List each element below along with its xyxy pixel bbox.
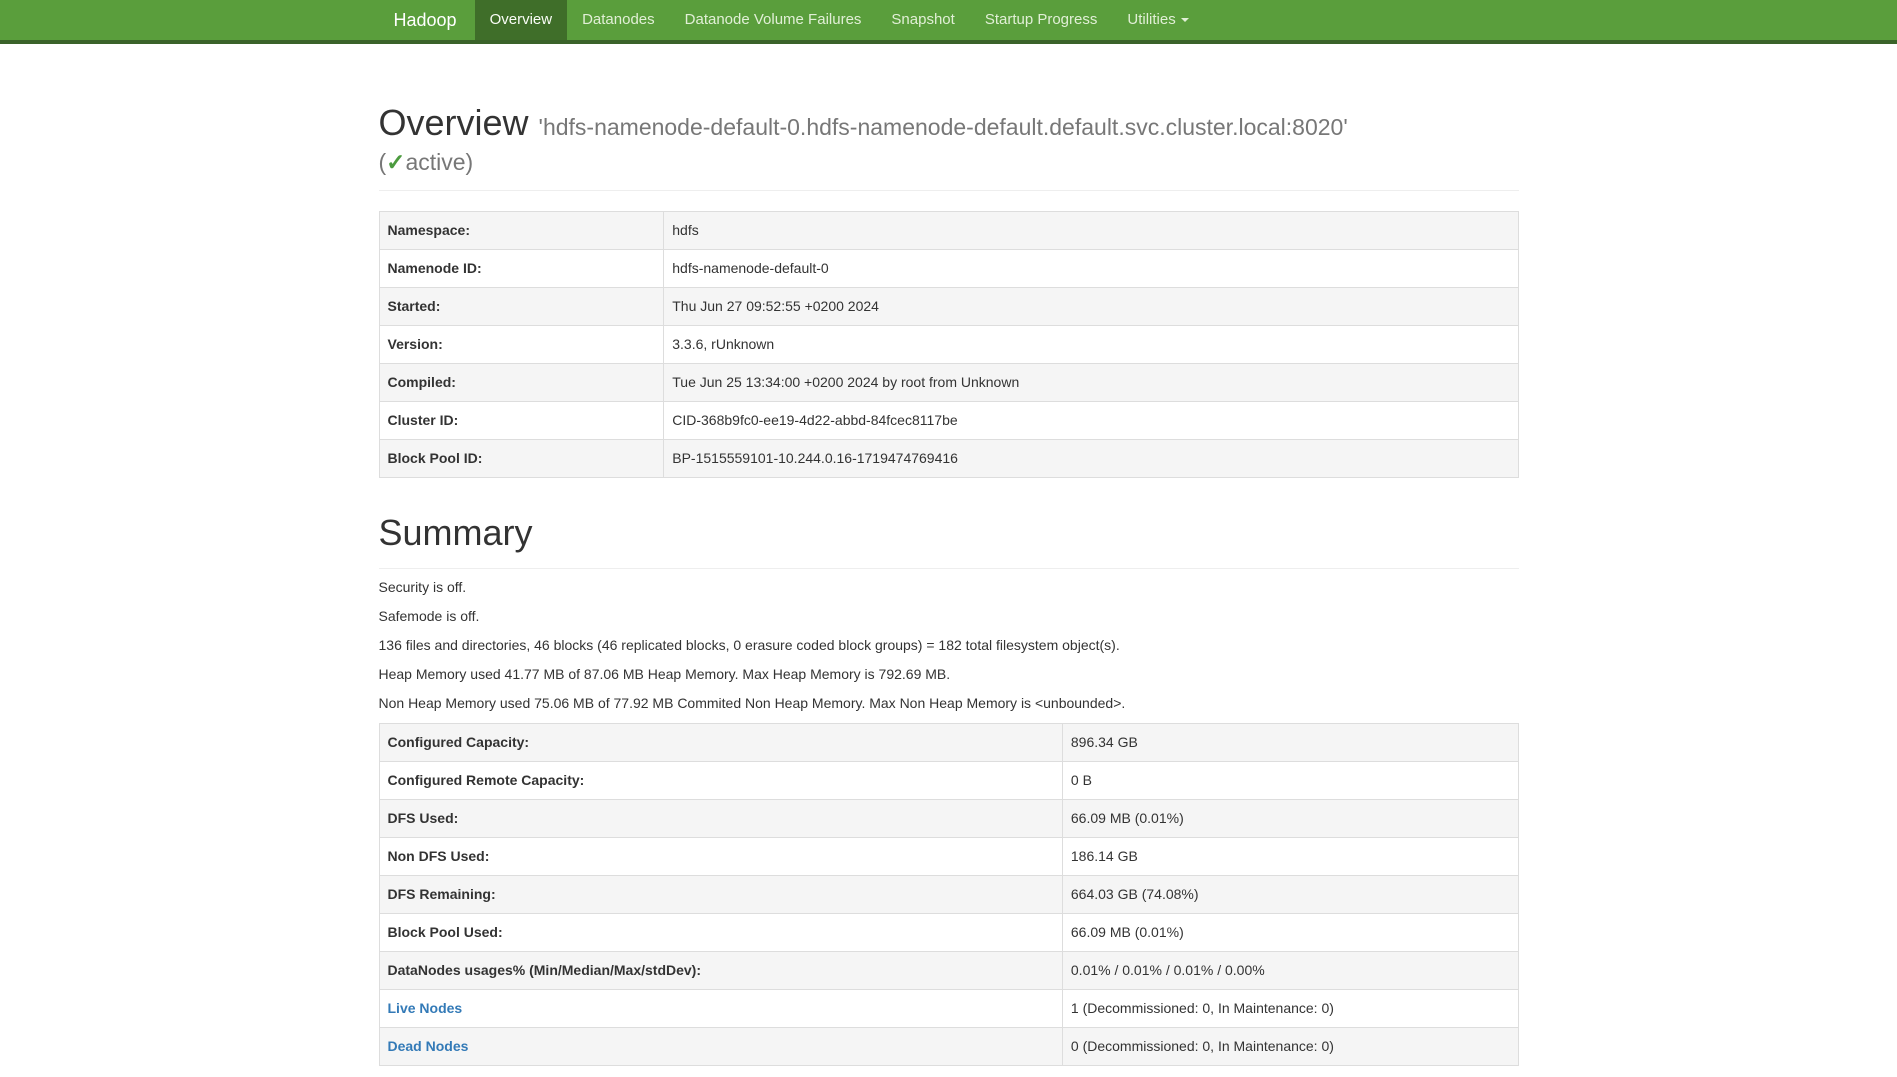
nav-item-utilities[interactable]: Utilities [1112, 0, 1203, 40]
row-value: BP-1515559101-10.244.0.16-1719474769416 [664, 439, 1518, 477]
row-label: Started: [379, 287, 664, 325]
row-label: Namespace: [379, 211, 664, 249]
row-value: 664.03 GB (74.08%) [1062, 875, 1518, 913]
row-label: Configured Remote Capacity: [379, 761, 1062, 799]
table-row: Non DFS Used: 186.14 GB [379, 837, 1518, 875]
row-label: Block Pool ID: [379, 439, 664, 477]
table-row: Live Nodes 1 (Decommissioned: 0, In Main… [379, 989, 1518, 1027]
table-row: DFS Used: 66.09 MB (0.01%) [379, 799, 1518, 837]
navbar: Hadoop Overview Datanodes Datanode Volum… [0, 0, 1897, 44]
row-value: 896.34 GB [1062, 723, 1518, 761]
table-row: Started: Thu Jun 27 09:52:55 +0200 2024 [379, 287, 1518, 325]
row-label: Non DFS Used: [379, 837, 1062, 875]
live-nodes-link[interactable]: Live Nodes [388, 1000, 463, 1016]
row-label: Dead Nodes [379, 1027, 1062, 1065]
nav-item-snapshot[interactable]: Snapshot [876, 0, 969, 40]
table-row: DataNodes usages% (Min/Median/Max/stdDev… [379, 951, 1518, 989]
summary-heading: Summary [379, 512, 1519, 554]
row-value: hdfs-namenode-default-0 [664, 249, 1518, 287]
row-value: 1 (Decommissioned: 0, In Maintenance: 0) [1062, 989, 1518, 1027]
navbar-menu: Overview Datanodes Datanode Volume Failu… [475, 0, 1204, 40]
storage-metrics-table: Configured Capacity: 896.34 GB Configure… [379, 723, 1519, 1066]
row-value: 186.14 GB [1062, 837, 1518, 875]
table-row: Block Pool ID: BP-1515559101-10.244.0.16… [379, 439, 1518, 477]
row-value: hdfs [664, 211, 1518, 249]
summary-line-filesystem: 136 files and directories, 46 blocks (46… [379, 635, 1519, 655]
table-row: Namespace: hdfs [379, 211, 1518, 249]
row-value: CID-368b9fc0-ee19-4d22-abbd-84fcec8117be [664, 401, 1518, 439]
row-value: 0 B [1062, 761, 1518, 799]
table-row: Namenode ID: hdfs-namenode-default-0 [379, 249, 1518, 287]
row-label: DataNodes usages% (Min/Median/Max/stdDev… [379, 951, 1062, 989]
summary-text: Security is off. Safemode is off. 136 fi… [379, 569, 1519, 713]
summary-line-nonheap: Non Heap Memory used 75.06 MB of 77.92 M… [379, 693, 1519, 713]
summary-line-security: Security is off. [379, 577, 1519, 597]
check-icon: ✓ [386, 149, 405, 175]
table-row: Version: 3.3.6, rUnknown [379, 325, 1518, 363]
nav-item-startup-progress[interactable]: Startup Progress [970, 0, 1113, 40]
row-value: Thu Jun 27 09:52:55 +0200 2024 [664, 287, 1518, 325]
row-label: Cluster ID: [379, 401, 664, 439]
table-row: DFS Remaining: 664.03 GB (74.08%) [379, 875, 1518, 913]
row-value: 0.01% / 0.01% / 0.01% / 0.00% [1062, 951, 1518, 989]
nav-item-datanodes[interactable]: Datanodes [567, 0, 670, 40]
ha-state: (✓active) [379, 149, 1519, 175]
heading-divider [379, 190, 1519, 191]
namenode-address: 'hdfs-namenode-default-0.hdfs-namenode-d… [539, 114, 1348, 140]
row-value: 66.09 MB (0.01%) [1062, 799, 1518, 837]
row-label: Configured Capacity: [379, 723, 1062, 761]
row-value: Tue Jun 25 13:34:00 +0200 2024 by root f… [664, 363, 1518, 401]
nav-item-overview[interactable]: Overview [475, 0, 568, 40]
main-content: Overview 'hdfs-namenode-default-0.hdfs-n… [379, 102, 1519, 1066]
namenode-info-table: Namespace: hdfs Namenode ID: hdfs-nameno… [379, 211, 1519, 478]
nav-item-datanode-volume-failures[interactable]: Datanode Volume Failures [670, 0, 877, 40]
ha-state-label: active) [405, 149, 473, 175]
summary-line-safemode: Safemode is off. [379, 606, 1519, 626]
navbar-container: Hadoop Overview Datanodes Datanode Volum… [379, 0, 1519, 40]
table-row: Configured Capacity: 896.34 GB [379, 723, 1518, 761]
row-value: 0 (Decommissioned: 0, In Maintenance: 0) [1062, 1027, 1518, 1065]
caret-down-icon [1181, 18, 1189, 22]
row-label: Compiled: [379, 363, 664, 401]
row-label: Version: [379, 325, 664, 363]
table-row: Cluster ID: CID-368b9fc0-ee19-4d22-abbd-… [379, 401, 1518, 439]
navbar-brand[interactable]: Hadoop [379, 0, 475, 40]
row-label: DFS Used: [379, 799, 1062, 837]
page-title: Overview 'hdfs-namenode-default-0.hdfs-n… [379, 102, 1519, 176]
row-value: 3.3.6, rUnknown [664, 325, 1518, 363]
table-row: Configured Remote Capacity: 0 B [379, 761, 1518, 799]
nav-item-utilities-label: Utilities [1127, 11, 1175, 28]
table-row: Dead Nodes 0 (Decommissioned: 0, In Main… [379, 1027, 1518, 1065]
table-row: Compiled: Tue Jun 25 13:34:00 +0200 2024… [379, 363, 1518, 401]
row-label: Live Nodes [379, 989, 1062, 1027]
table-row: Block Pool Used: 66.09 MB (0.01%) [379, 913, 1518, 951]
row-value: 66.09 MB (0.01%) [1062, 913, 1518, 951]
overview-heading: Overview [379, 102, 529, 143]
summary-line-heap: Heap Memory used 41.77 MB of 87.06 MB He… [379, 664, 1519, 684]
row-label: Block Pool Used: [379, 913, 1062, 951]
row-label: DFS Remaining: [379, 875, 1062, 913]
dead-nodes-link[interactable]: Dead Nodes [388, 1038, 469, 1054]
row-label: Namenode ID: [379, 249, 664, 287]
